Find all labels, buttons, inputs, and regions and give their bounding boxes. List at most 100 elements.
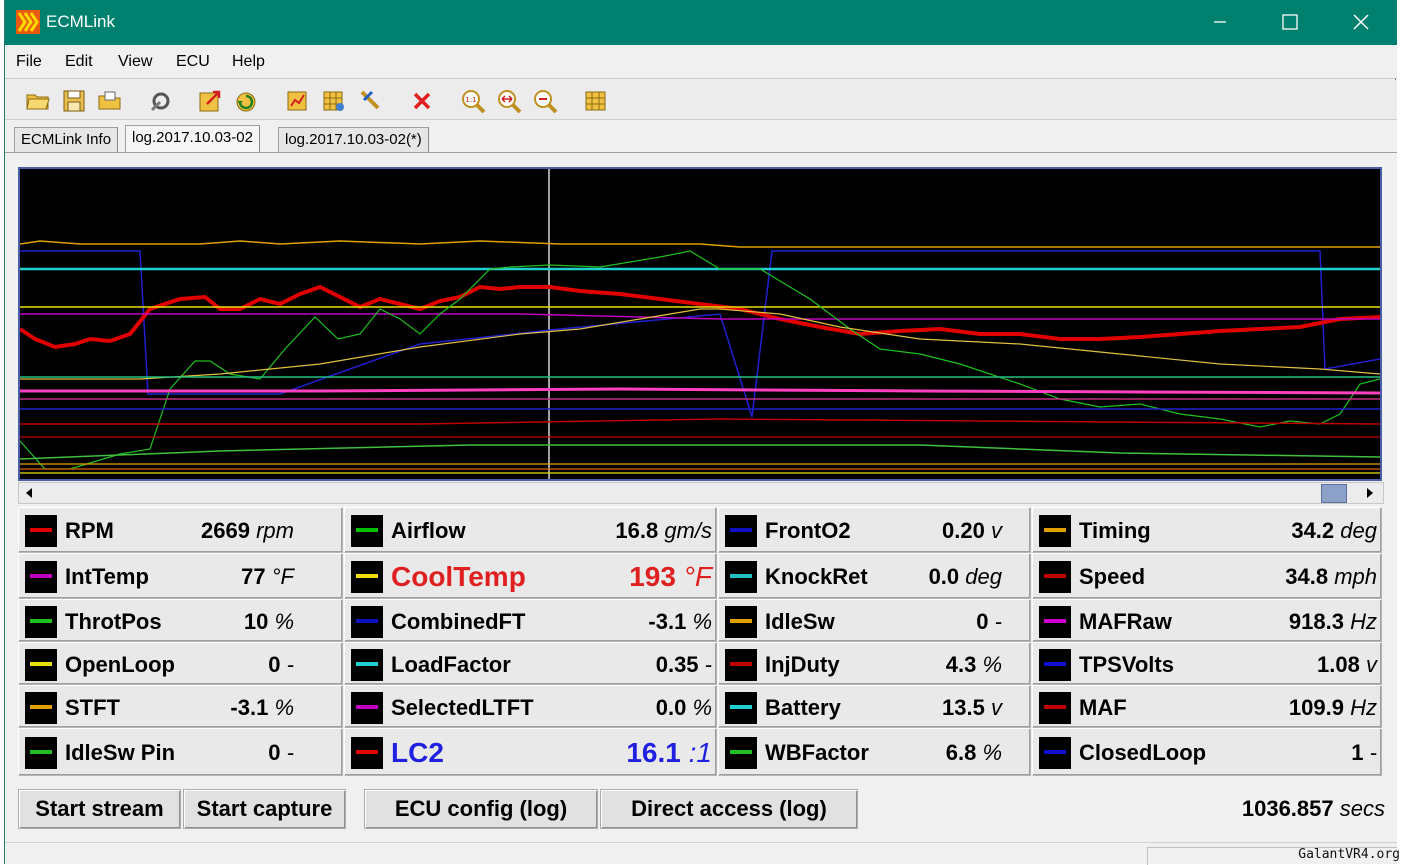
menu-edit[interactable]: Edit bbox=[65, 53, 93, 71]
tab-log-modified[interactable]: log.2017.10.03-02(*) bbox=[278, 127, 429, 154]
chart-settings-icon[interactable] bbox=[285, 88, 311, 114]
series-color-swatch[interactable] bbox=[1039, 692, 1071, 724]
param-idlesw[interactable]: IdleSw0 - bbox=[718, 599, 1031, 642]
param-maf[interactable]: MAF109.9 Hz bbox=[1032, 685, 1382, 728]
param-selectedltft[interactable]: SelectedLTFT0.0 % bbox=[344, 685, 717, 728]
table-settings-icon[interactable] bbox=[321, 88, 347, 114]
param-injduty[interactable]: InjDuty4.3 % bbox=[718, 642, 1031, 685]
delete-icon[interactable] bbox=[409, 88, 435, 114]
series-color-swatch[interactable] bbox=[351, 515, 383, 547]
scroll-thumb[interactable] bbox=[1321, 484, 1347, 503]
series-color-swatch[interactable] bbox=[351, 692, 383, 724]
series-color-swatch[interactable] bbox=[725, 561, 757, 593]
refresh-icon[interactable] bbox=[234, 88, 260, 114]
series-color-swatch[interactable] bbox=[351, 737, 383, 769]
menu-file[interactable]: File bbox=[16, 53, 42, 71]
open-folder-icon[interactable] bbox=[25, 88, 51, 114]
scroll-right-icon[interactable] bbox=[1364, 487, 1376, 499]
series-color-swatch[interactable] bbox=[725, 692, 757, 724]
param-airflow[interactable]: Airflow16.8 gm/s bbox=[344, 507, 717, 553]
zoom-out-icon[interactable] bbox=[532, 88, 558, 114]
param-value-unit: deg bbox=[965, 564, 1002, 589]
menu-view[interactable]: View bbox=[118, 53, 152, 71]
zoom-reset-icon[interactable]: 1:1 bbox=[460, 88, 486, 114]
open-log-icon[interactable] bbox=[97, 88, 123, 114]
tab-ecmlink-info[interactable]: ECMLink Info bbox=[14, 127, 118, 154]
param-throtpos[interactable]: ThrotPos10 % bbox=[18, 599, 343, 642]
param-label: IdleSw bbox=[765, 609, 835, 635]
param-value-number: 10 bbox=[244, 609, 268, 634]
series-color-swatch[interactable] bbox=[25, 737, 57, 769]
param-label: LoadFactor bbox=[391, 652, 511, 678]
maximize-icon[interactable] bbox=[1255, 0, 1325, 45]
param-combinedft[interactable]: CombinedFT-3.1 % bbox=[344, 599, 717, 642]
menu-help[interactable]: Help bbox=[232, 53, 265, 71]
param-value-unit: - bbox=[995, 609, 1002, 634]
param-cooltemp[interactable]: CoolTemp193 °F bbox=[344, 553, 717, 599]
zoom-fit-icon[interactable] bbox=[496, 88, 522, 114]
param-value-number: 34.8 bbox=[1285, 564, 1328, 589]
param-timing[interactable]: Timing34.2 deg bbox=[1032, 507, 1382, 553]
start-stream-button[interactable]: Start stream bbox=[18, 789, 181, 829]
param-value: -3.1 % bbox=[648, 609, 712, 635]
param-wbfactor[interactable]: WBFactor6.8 % bbox=[718, 728, 1031, 776]
param-value: 16.1 :1 bbox=[626, 737, 712, 769]
grid-icon[interactable] bbox=[583, 88, 609, 114]
series-color-swatch[interactable] bbox=[351, 606, 383, 638]
menu-ecu[interactable]: ECU bbox=[176, 53, 210, 71]
menu-bar: File Edit View ECU Help bbox=[5, 45, 1397, 79]
save-icon[interactable] bbox=[61, 88, 87, 114]
param-value: 4.3 % bbox=[946, 652, 1002, 678]
series-color-swatch[interactable] bbox=[25, 692, 57, 724]
tab-log[interactable]: log.2017.10.03-02 bbox=[125, 125, 260, 155]
series-color-swatch[interactable] bbox=[1039, 737, 1071, 769]
series-color-swatch[interactable] bbox=[725, 606, 757, 638]
series-color-swatch[interactable] bbox=[25, 649, 57, 681]
minimize-icon[interactable] bbox=[1185, 0, 1255, 45]
param-label: CoolTemp bbox=[391, 561, 526, 593]
param-openloop[interactable]: OpenLoop0 - bbox=[18, 642, 343, 685]
scroll-left-icon[interactable] bbox=[23, 487, 35, 499]
series-color-swatch[interactable] bbox=[1039, 606, 1071, 638]
param-value-number: -3.1 bbox=[648, 609, 686, 634]
param-knockret[interactable]: KnockRet0.0 deg bbox=[718, 553, 1031, 599]
param-speed[interactable]: Speed34.8 mph bbox=[1032, 553, 1382, 599]
svg-text:1:1: 1:1 bbox=[465, 96, 476, 104]
param-loadfactor[interactable]: LoadFactor0.35 - bbox=[344, 642, 717, 685]
log-chart[interactable] bbox=[18, 167, 1382, 481]
log-panel: RPM2669 rpmAirflow16.8 gm/sFrontO20.20 v… bbox=[5, 152, 1397, 842]
close-icon[interactable] bbox=[1325, 0, 1395, 45]
series-color-swatch[interactable] bbox=[725, 515, 757, 547]
export-icon[interactable] bbox=[197, 88, 223, 114]
param-rpm[interactable]: RPM2669 rpm bbox=[18, 507, 343, 553]
series-color-swatch[interactable] bbox=[25, 515, 57, 547]
series-color-swatch[interactable] bbox=[25, 561, 57, 593]
param-inttemp[interactable]: IntTemp77 °F bbox=[18, 553, 343, 599]
series-color-swatch[interactable] bbox=[1039, 515, 1071, 547]
start-capture-button[interactable]: Start capture bbox=[183, 789, 346, 829]
param-battery[interactable]: Battery13.5 v bbox=[718, 685, 1031, 728]
settings-icon[interactable] bbox=[148, 88, 174, 114]
series-color-swatch[interactable] bbox=[351, 561, 383, 593]
param-value-number: 16.8 bbox=[615, 518, 658, 543]
status-bar bbox=[5, 842, 1397, 864]
param-idlesw-pin[interactable]: IdleSw Pin0 - bbox=[18, 728, 343, 776]
horizontal-scrollbar[interactable] bbox=[18, 482, 1384, 504]
direct-access-button[interactable]: Direct access (log) bbox=[600, 789, 858, 829]
series-color-swatch[interactable] bbox=[725, 737, 757, 769]
ecu-config-button[interactable]: ECU config (log) bbox=[364, 789, 598, 829]
param-fronto2[interactable]: FrontO20.20 v bbox=[718, 507, 1031, 553]
title-bar[interactable]: ECMLink bbox=[5, 0, 1397, 45]
param-lc2[interactable]: LC216.1 :1 bbox=[344, 728, 717, 776]
series-color-swatch[interactable] bbox=[351, 649, 383, 681]
param-stft[interactable]: STFT-3.1 % bbox=[18, 685, 343, 728]
param-tpsvolts[interactable]: TPSVolts1.08 v bbox=[1032, 642, 1382, 685]
series-color-swatch[interactable] bbox=[1039, 561, 1071, 593]
param-mafraw[interactable]: MAFRaw918.3 Hz bbox=[1032, 599, 1382, 642]
series-color-swatch[interactable] bbox=[725, 649, 757, 681]
series-color-swatch[interactable] bbox=[25, 606, 57, 638]
series-color-swatch[interactable] bbox=[1039, 649, 1071, 681]
param-closedloop[interactable]: ClosedLoop1 - bbox=[1032, 728, 1382, 776]
tool-icon[interactable] bbox=[358, 88, 384, 114]
param-value-unit: gm/s bbox=[664, 518, 712, 543]
